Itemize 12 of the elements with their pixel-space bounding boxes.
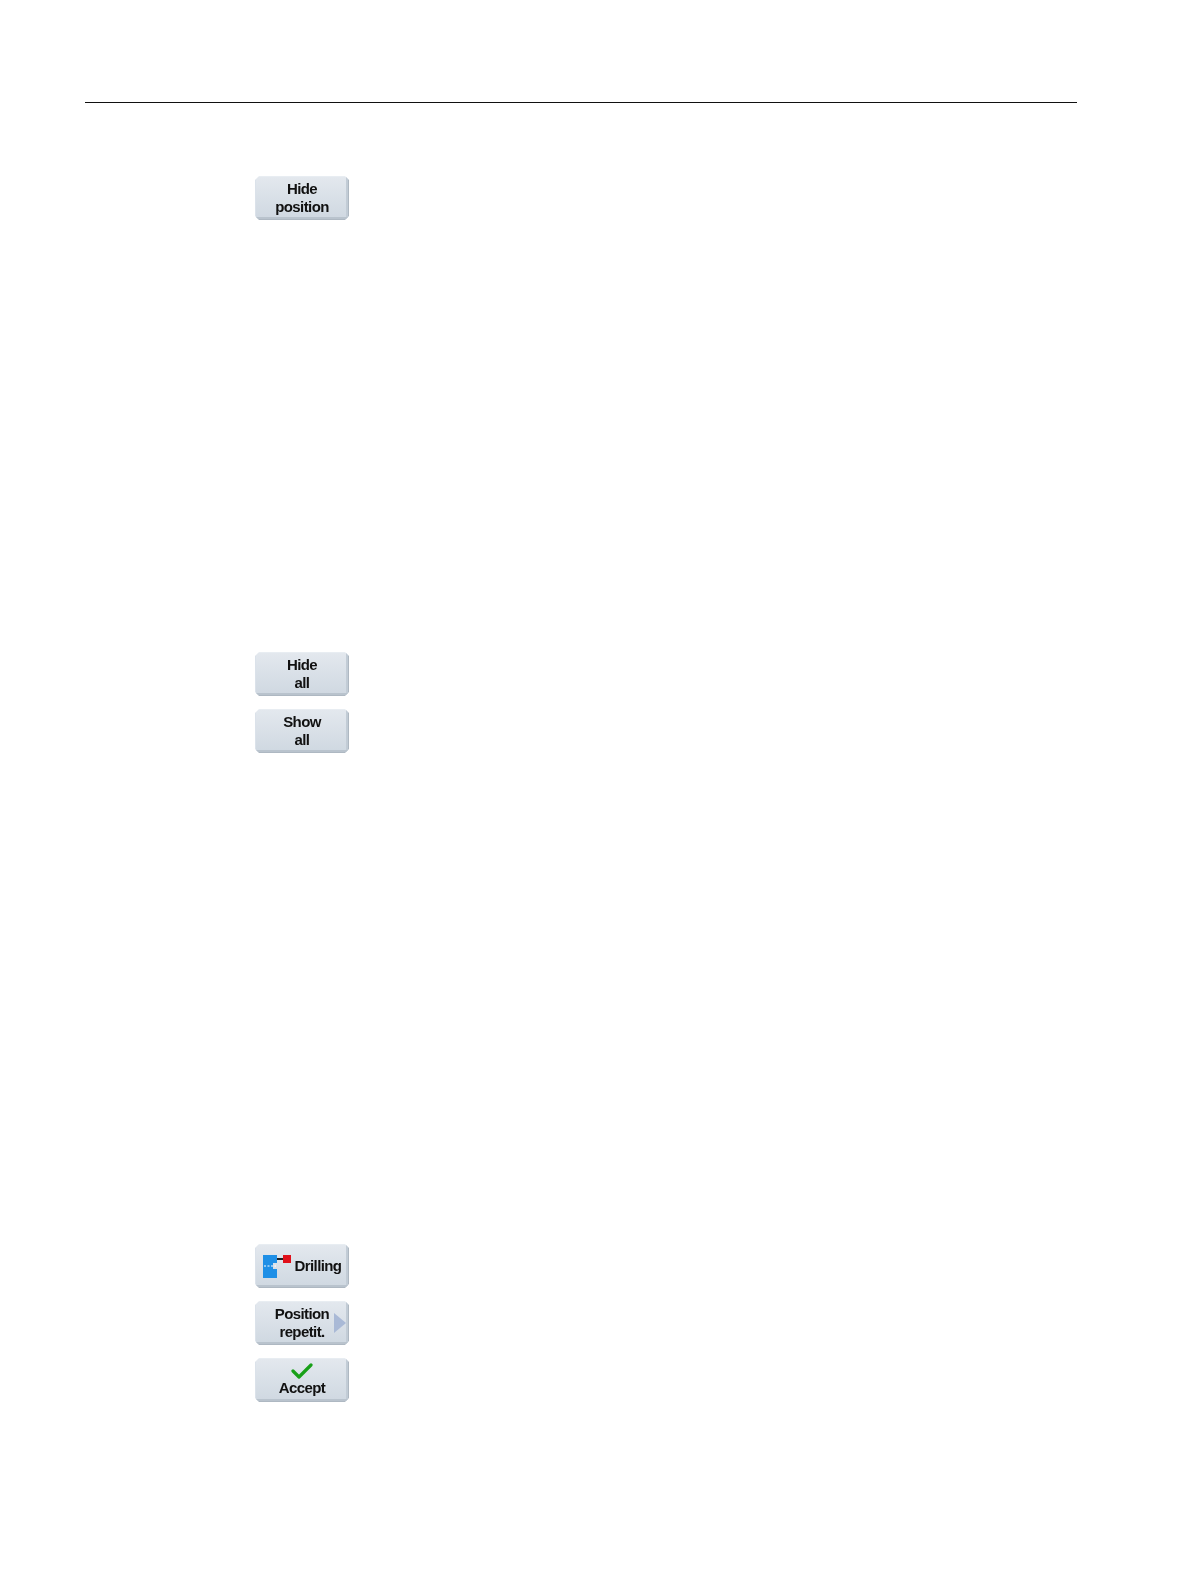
drilling-softkey-button[interactable]: Drilling — [255, 1244, 349, 1288]
submenu-softkey-button[interactable]: Position repetit. — [255, 1301, 349, 1345]
accept-softkey-button[interactable]: Accept — [255, 1358, 349, 1402]
drilling-icon — [262, 1253, 291, 1279]
softkey-label: Position repetit. — [274, 1305, 330, 1341]
softkey-button[interactable]: Hide all — [255, 652, 349, 696]
check-icon — [291, 1363, 313, 1379]
softkey-label: Drilling — [294, 1257, 342, 1275]
softkey-button[interactable]: Hide position — [255, 176, 349, 220]
softkey-button[interactable]: Show all — [255, 709, 349, 753]
submenu-arrow-icon — [334, 1313, 346, 1333]
softkey-label: Accept — [278, 1379, 326, 1397]
